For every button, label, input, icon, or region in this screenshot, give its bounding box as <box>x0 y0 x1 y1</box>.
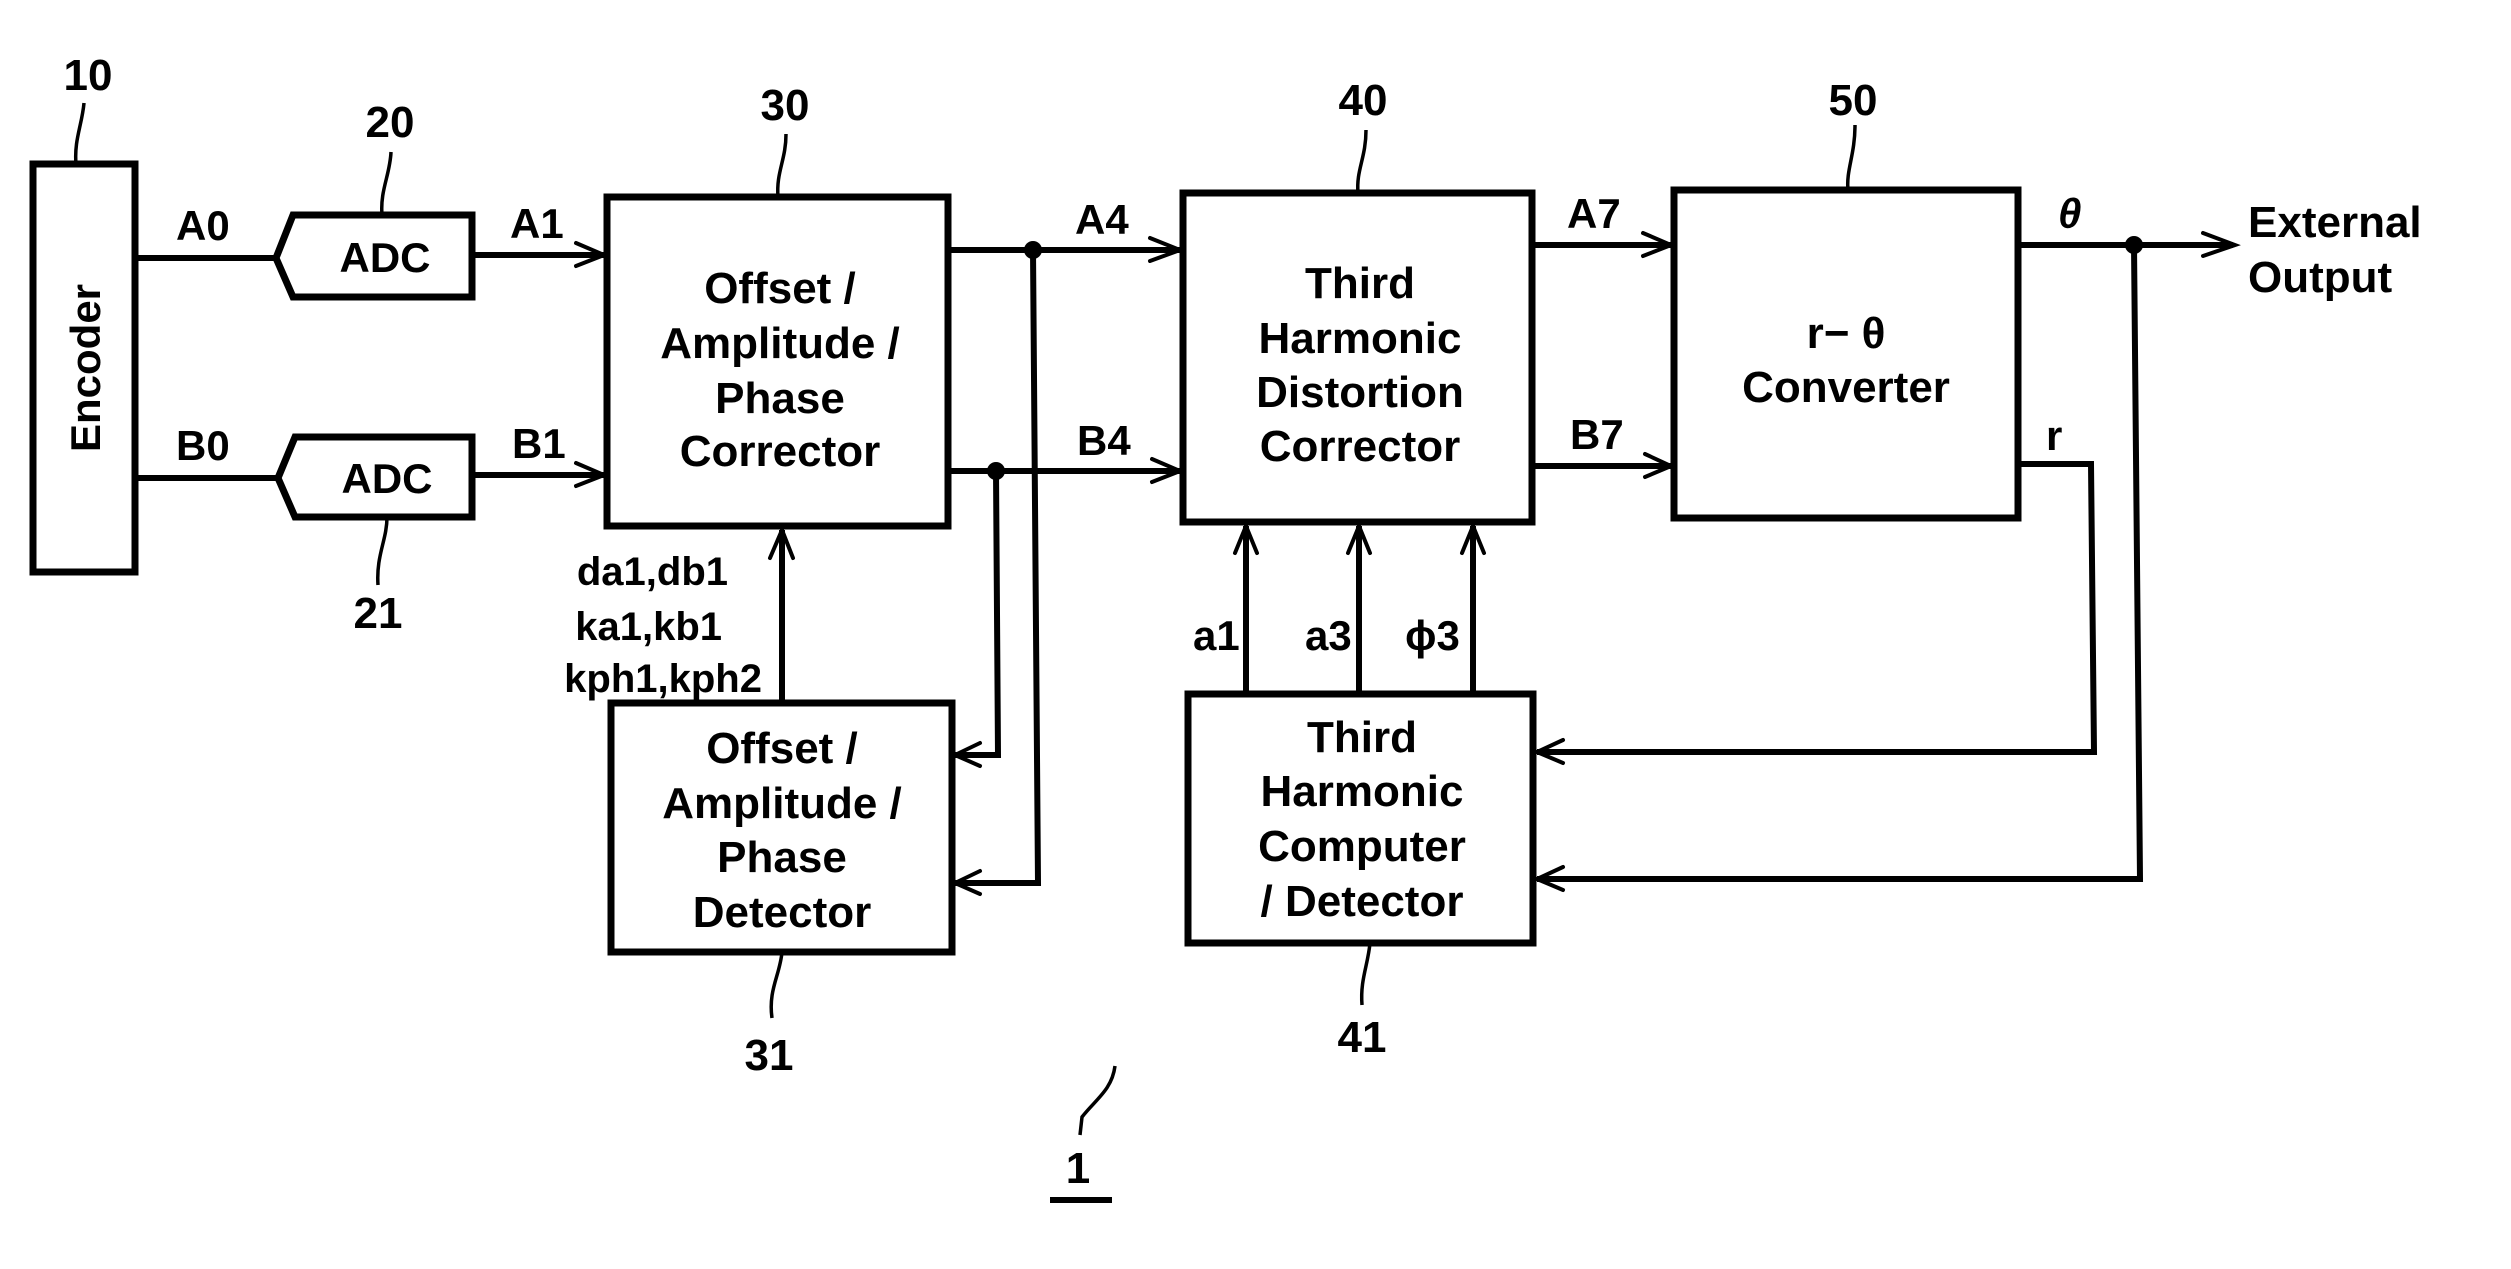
leader-31 <box>769 951 784 1019</box>
detector-line-3: Phase <box>717 833 847 882</box>
encoder-label: Encoder <box>62 284 109 452</box>
signal-a1-label: A1 <box>510 200 564 247</box>
signal-a7-label: A7 <box>1567 190 1621 237</box>
ref-50: 50 <box>1829 76 1878 125</box>
corrector-line-4: Corrector <box>680 427 881 476</box>
signal-b4-label: B4 <box>1077 417 1131 464</box>
ref-21: 21 <box>354 589 403 638</box>
param-line-2: ka1,kb1 <box>575 605 722 649</box>
leader-40 <box>1355 129 1368 194</box>
encoder-block: Encoder <box>29 160 139 576</box>
param-line-3: kph1,kph2 <box>564 657 762 701</box>
ref-41: 41 <box>1338 1013 1387 1062</box>
signal-theta-label: θ <box>2058 190 2081 237</box>
signal-b7-label: B7 <box>1570 411 1624 458</box>
ref-10: 10 <box>64 51 113 100</box>
corrector-line-2: Amplitude / <box>660 319 900 368</box>
ref-40: 40 <box>1339 76 1388 125</box>
harmonic-detector-line-4: / Detector <box>1261 877 1464 926</box>
offset-amplitude-phase-detector-block: Offset / Amplitude / Phase Detector <box>607 699 956 956</box>
harmonic-corrector-line-2: Harmonic <box>1259 314 1462 363</box>
detector-line-4: Detector <box>693 888 872 937</box>
signal-a4-label: A4 <box>1075 196 1129 243</box>
external-output-line-1: External <box>2248 198 2422 247</box>
adc-a-block: ADC <box>272 211 476 301</box>
leader-30 <box>775 133 788 198</box>
signal-r-label: r <box>2046 412 2062 459</box>
ref-31: 31 <box>745 1031 794 1080</box>
converter-line-2: Converter <box>1742 363 1950 412</box>
wire-b4-to-detector <box>955 470 1002 758</box>
ref-30: 30 <box>761 81 810 130</box>
harmonic-corrector-line-4: Corrector <box>1260 422 1461 471</box>
harmonic-corrector-line-1: Third <box>1305 259 1415 308</box>
adc-b-block: ADC <box>274 433 476 521</box>
leader-21 <box>376 516 389 586</box>
detector-line-2: Amplitude / <box>662 779 902 828</box>
leader-50 <box>1845 124 1857 191</box>
signal-a0-label: A0 <box>176 202 230 249</box>
external-output-line-2: Output <box>2248 253 2393 302</box>
param-line-1: da1,db1 <box>577 550 728 594</box>
converter-line-1: r− θ <box>1807 309 1886 358</box>
signal-a1-coef-label: a1 <box>1193 612 1240 659</box>
detector-line-1: Offset / <box>706 724 858 773</box>
harmonic-detector-line-1: Third <box>1307 713 1417 762</box>
corrector-line-1: Offset / <box>704 264 856 313</box>
signal-a3-coef-label: a3 <box>1305 612 1352 659</box>
third-harmonic-computer-detector-block: Third Harmonic Computer / Detector <box>1184 690 1537 947</box>
corrector-line-3: Phase <box>715 374 845 423</box>
block-diagram: Encoder 10 ADC 20 ADC 21 A0 B0 A1 B1 Off… <box>29 51 2422 1203</box>
leader-10 <box>73 102 86 165</box>
signal-b0-label: B0 <box>176 422 230 469</box>
harmonic-detector-line-2: Harmonic <box>1261 767 1464 816</box>
harmonic-corrector-line-3: Distortion <box>1256 368 1464 417</box>
leader-figure <box>1078 1065 1117 1136</box>
figure-ref: 1 <box>1066 1144 1090 1193</box>
offset-amplitude-phase-corrector-block: Offset / Amplitude / Phase Corrector <box>603 193 952 530</box>
harmonic-detector-line-3: Computer <box>1258 822 1466 871</box>
leader-20 <box>379 151 393 216</box>
signal-phi3-label: ϕ3 <box>1405 612 1460 659</box>
signal-b1-label: B1 <box>512 420 566 467</box>
ref-20: 20 <box>366 98 415 147</box>
leader-41 <box>1359 942 1372 1006</box>
third-harmonic-distortion-corrector-block: Third Harmonic Distortion Corrector <box>1179 189 1536 526</box>
adc-a-label: ADC <box>340 234 431 281</box>
r-theta-converter-block: r− θ Converter <box>1670 186 2022 522</box>
adc-b-label: ADC <box>342 455 433 502</box>
